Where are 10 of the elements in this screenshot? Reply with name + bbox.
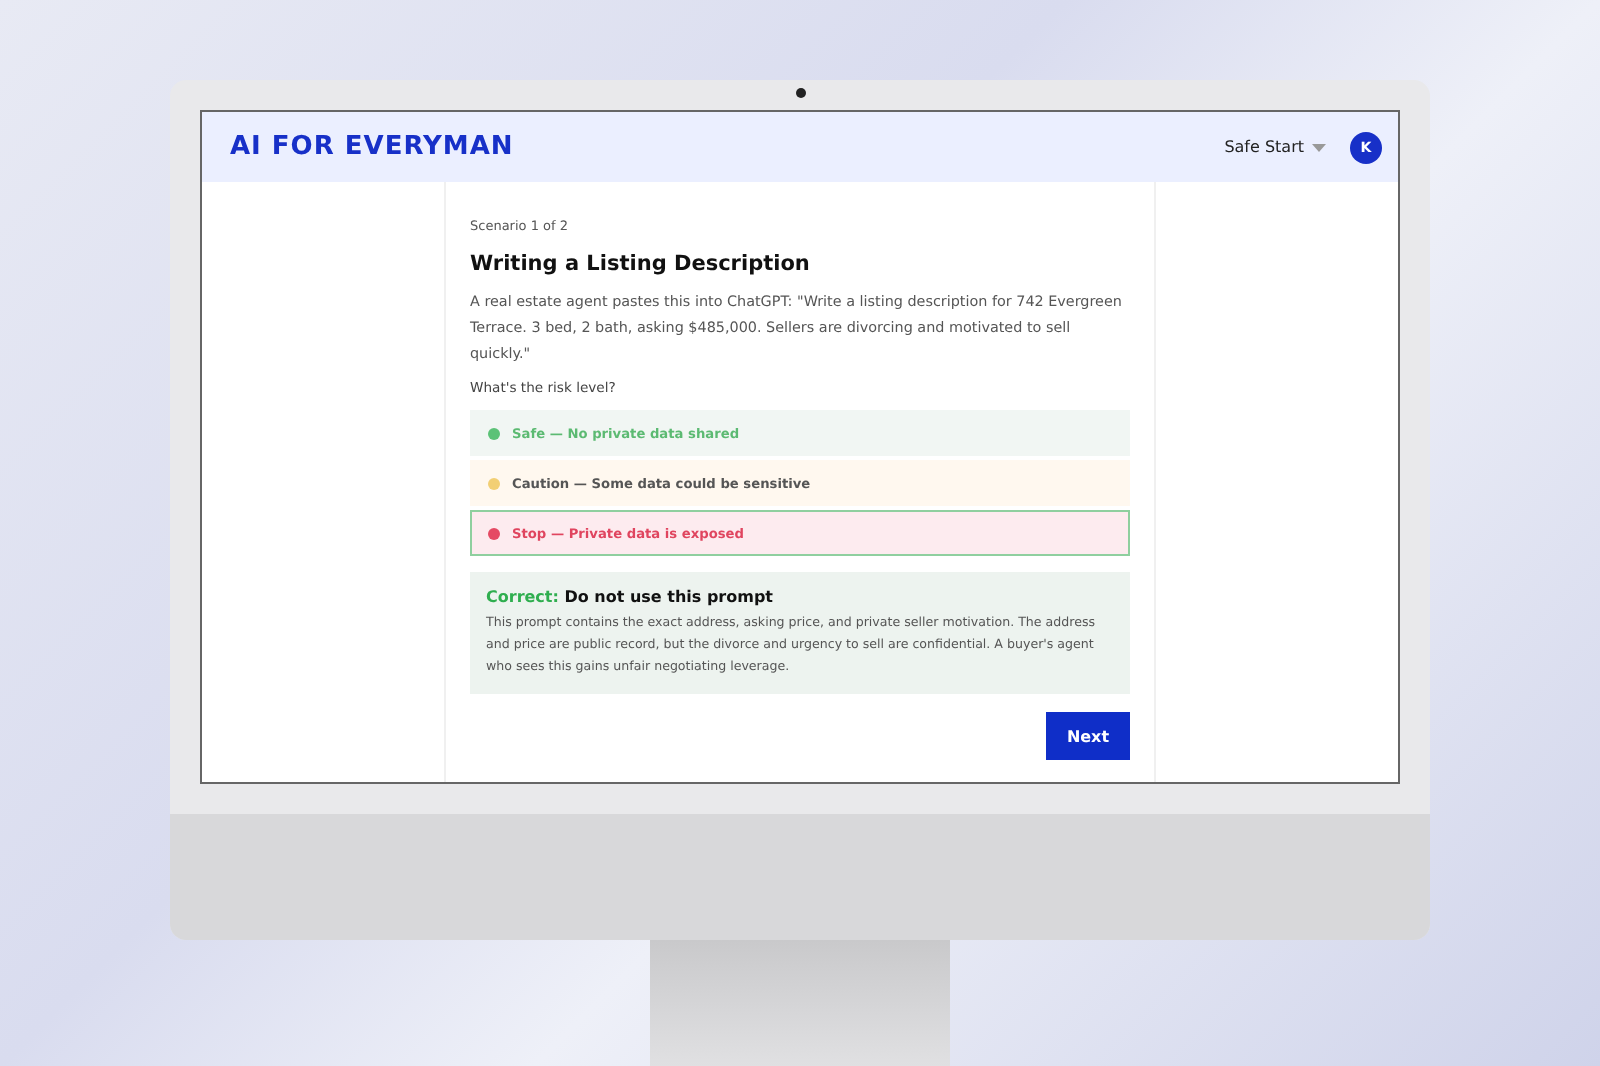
logo: AI FOR EVERYMAN [230,132,514,162]
feedback-title: Correct: Do not use this prompt [486,588,775,606]
scenario-title: Writing a Listing Description [470,252,812,276]
camera-icon [796,88,806,98]
status-dot-icon [488,427,500,439]
status-dot-icon [488,527,500,539]
status-dot-icon [488,477,500,489]
caret-icon [1312,143,1326,151]
course-menu[interactable]: Safe Start [1224,138,1326,156]
next-button[interactable]: Next [1046,712,1130,760]
